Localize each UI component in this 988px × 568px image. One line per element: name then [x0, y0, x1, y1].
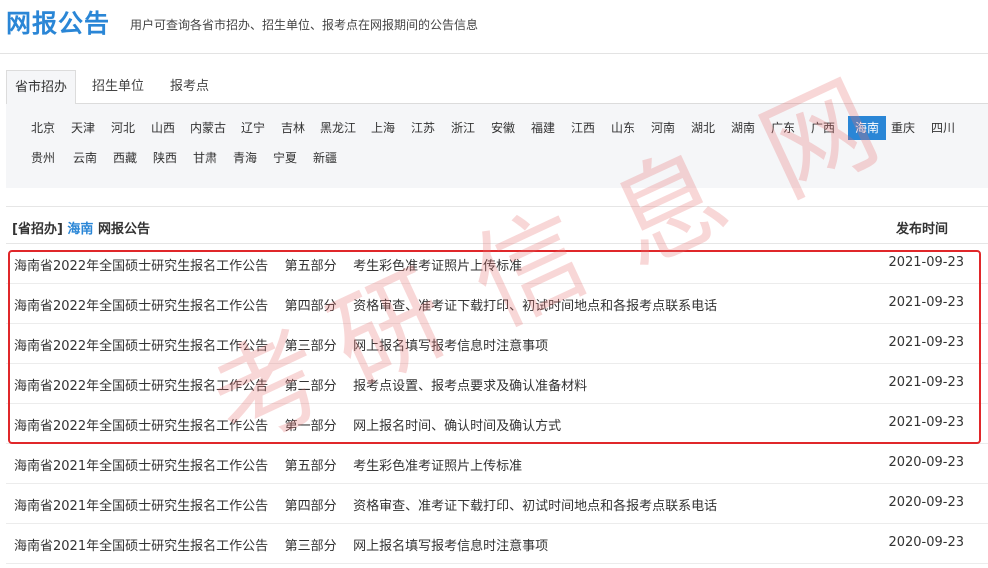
page-header: 网报公告 用户可查询各省市招办、招生单位、报考点在网报期间的公告信息 [0, 0, 988, 54]
region-option[interactable]: 安徽 [488, 116, 518, 140]
region-option[interactable]: 青海 [228, 146, 262, 170]
table-row: 海南省2021年全国硕士研究生报名工作公告 第五部分 考生彩色准考证照片上传标准… [6, 444, 988, 484]
region-option[interactable]: 甘肃 [188, 146, 222, 170]
region-option[interactable]: 黑龙江 [318, 116, 358, 140]
header-suffix: 网报公告 [97, 222, 150, 237]
date-column-header: 发布时间 [895, 222, 948, 237]
publish-date: 2021-09-23 [888, 415, 964, 430]
region-option[interactable]: 云南 [68, 146, 102, 170]
tab-provincial-office[interactable]: 省市招办 [6, 70, 77, 105]
region-option[interactable]: 宁夏 [268, 146, 302, 170]
table-row: 海南省2021年全国硕士研究生报名工作公告 第三部分 网上报名填写报考信息时注意… [6, 524, 988, 564]
publish-date: 2021-09-23 [888, 375, 964, 390]
publish-date: 2020-09-23 [888, 535, 964, 550]
region-option[interactable]: 陕西 [148, 146, 182, 170]
region-option[interactable]: 内蒙古 [188, 116, 228, 140]
announcement-table: [省招办] 海南 网报公告 发布时间 海南省2022年全国硕士研究生报名工作公告… [6, 206, 988, 564]
region-option[interactable]: 天津 [68, 116, 98, 140]
header-region: 海南 [67, 222, 94, 237]
category-tabs: 省市招办 招生单位 报考点 [6, 70, 988, 105]
region-option[interactable]: 上海 [368, 116, 398, 140]
region-option[interactable]: 西藏 [108, 146, 142, 170]
region-option[interactable]: 浙江 [448, 116, 478, 140]
header-prefix: [省招办] [12, 222, 63, 237]
table-row: 海南省2022年全国硕士研究生报名工作公告 第五部分 考生彩色准考证照片上传标准… [6, 244, 988, 284]
region-option[interactable]: 新疆 [308, 146, 342, 170]
region-option[interactable]: 江西 [568, 116, 598, 140]
table-row: 海南省2022年全国硕士研究生报名工作公告 第四部分 资格审查、准考证下载打印、… [6, 284, 988, 324]
table-row: 海南省2022年全国硕士研究生报名工作公告 第二部分 报考点设置、报考点要求及确… [6, 364, 988, 404]
region-option[interactable]: 河南 [648, 116, 678, 140]
tab-institutions[interactable]: 招生单位 [84, 70, 152, 104]
publish-date: 2021-09-23 [888, 255, 964, 270]
page-title: 网报公告 [6, 9, 111, 38]
publish-date: 2020-09-23 [888, 455, 964, 470]
region-option[interactable]: 海南 [848, 116, 886, 140]
publish-date: 2021-09-23 [888, 295, 964, 310]
region-option[interactable]: 吉林 [278, 116, 308, 140]
region-option[interactable]: 重庆 [888, 116, 918, 140]
announcement-link[interactable]: 海南省2022年全国硕士研究生报名工作公告 第四部分 资格审查、准考证下载打印、… [14, 295, 717, 314]
region-option[interactable]: 广西 [808, 116, 838, 140]
announcement-link[interactable]: 海南省2022年全国硕士研究生报名工作公告 第三部分 网上报名填写报考信息时注意… [14, 335, 548, 354]
table-row: 海南省2022年全国硕士研究生报名工作公告 第三部分 网上报名填写报考信息时注意… [6, 324, 988, 364]
region-option[interactable]: 江苏 [408, 116, 438, 140]
publish-date: 2020-09-23 [888, 495, 964, 510]
publish-date: 2021-09-23 [888, 335, 964, 350]
table-row: 海南省2022年全国硕士研究生报名工作公告 第一部分 网上报名时间、确认时间及确… [6, 404, 988, 444]
announcement-link[interactable]: 海南省2022年全国硕士研究生报名工作公告 第二部分 报考点设置、报考点要求及确… [14, 375, 587, 394]
table-row: 海南省2021年全国硕士研究生报名工作公告 第四部分 资格审查、准考证下载打印、… [6, 484, 988, 524]
table-header-title: [省招办] 海南 网报公告 [12, 218, 150, 237]
region-selector: 北京 天津 河北 山西 内蒙古 辽宁 吉林 黑龙江 上海 江苏 浙江 安徽 福建 江西 山东 河南 湖北 湖南 广东… [6, 104, 988, 188]
tab-exam-sites[interactable]: 报考点 [162, 70, 217, 104]
announcement-link[interactable]: 海南省2022年全国硕士研究生报名工作公告 第一部分 网上报名时间、确认时间及确… [14, 415, 561, 434]
announcement-link[interactable]: 海南省2021年全国硕士研究生报名工作公告 第三部分 网上报名填写报考信息时注意… [14, 535, 548, 554]
region-option[interactable]: 辽宁 [238, 116, 268, 140]
page-subtitle: 用户可查询各省市招办、招生单位、报考点在网报期间的公告信息 [130, 18, 479, 32]
region-option[interactable]: 四川 [928, 116, 958, 140]
region-option[interactable]: 湖北 [688, 116, 718, 140]
region-option[interactable]: 北京 [28, 116, 58, 140]
region-option[interactable]: 福建 [528, 116, 558, 140]
announcement-link[interactable]: 海南省2021年全国硕士研究生报名工作公告 第四部分 资格审查、准考证下载打印、… [14, 495, 717, 514]
region-option[interactable]: 贵州 [28, 146, 58, 170]
region-option[interactable]: 山西 [148, 116, 178, 140]
region-option[interactable]: 山东 [608, 116, 638, 140]
region-option[interactable]: 河北 [108, 116, 138, 140]
announcement-link[interactable]: 海南省2022年全国硕士研究生报名工作公告 第五部分 考生彩色准考证照片上传标准 [14, 255, 522, 274]
table-header: [省招办] 海南 网报公告 发布时间 [6, 206, 988, 244]
region-option[interactable]: 广东 [768, 116, 798, 140]
region-option[interactable]: 湖南 [728, 116, 758, 140]
announcement-link[interactable]: 海南省2021年全国硕士研究生报名工作公告 第五部分 考生彩色准考证照片上传标准 [14, 455, 522, 474]
